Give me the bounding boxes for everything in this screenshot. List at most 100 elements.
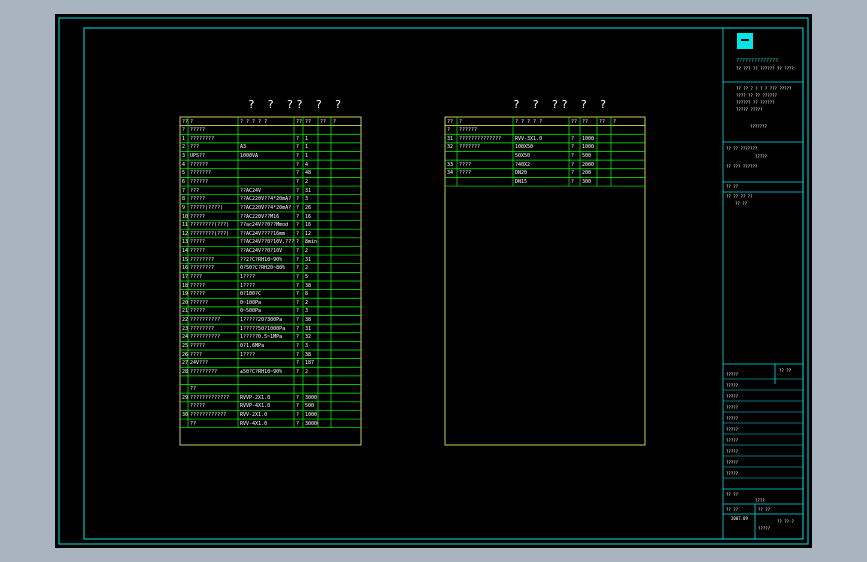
table-cell: 2000 (582, 161, 595, 168)
table-cell: 13 (182, 239, 188, 246)
table-cell: UPS?? (190, 153, 206, 160)
table-cell: ? (571, 135, 575, 142)
table-header-cell: ?? (182, 118, 188, 125)
table-header-cell: ?? (447, 118, 454, 125)
table-cell: 1 (305, 153, 309, 160)
table-cell: ?40X2 (515, 161, 531, 168)
table-cell: ???? (190, 351, 203, 358)
table-cell: DN20 (515, 170, 528, 177)
table-cell: 500 (305, 403, 315, 410)
table-cell: 2 (305, 368, 309, 375)
table-cell: 27 (182, 360, 188, 367)
cert-line-4: ????? ????? (736, 107, 763, 112)
table-cell: 0?1.6MPa (240, 342, 265, 349)
table-cell: 29 (182, 394, 188, 401)
table-cell: 7 (182, 187, 186, 194)
table-cell: ? (296, 342, 300, 349)
table-cell: ?????? (190, 299, 209, 306)
scale-label: ?? ?? (758, 507, 771, 512)
table-cell: 1000VA (240, 153, 259, 160)
right_table-frame (444, 116, 646, 446)
table-cell: 5 (305, 273, 309, 280)
table-cell: ????? (190, 248, 206, 255)
table-cell: ??2?C?RH10~90% (240, 256, 283, 263)
table-header-cell: ? (333, 118, 337, 125)
table-cell: 26 (305, 204, 312, 211)
table-cell: ??AC220V??4*20mA? (240, 196, 292, 203)
table-cell: ??????? (190, 170, 212, 177)
table-header-cell: ? (190, 118, 194, 125)
table-cell: 30000 (305, 420, 318, 427)
table-cell: ????? (190, 213, 206, 220)
table-cell: 2 (305, 248, 309, 255)
table-cell: 1 (305, 135, 309, 142)
title-block-row-text: ????? (726, 460, 739, 465)
table-cell: ????????(???) (190, 230, 230, 237)
table-cell: 16 (305, 213, 312, 220)
company-name: ?????????????? (736, 58, 779, 64)
table-cell: ???? (190, 273, 203, 280)
table-cell: 100X50 (515, 144, 534, 151)
table-header-cell: ? (459, 118, 463, 125)
table-cell: ?????(????) (190, 204, 224, 211)
table-cell: ? (571, 161, 575, 168)
table-cell: 20 (182, 299, 188, 306)
table-cell: ? (296, 222, 300, 229)
table-cell: ????? (190, 342, 206, 349)
table-cell: ????? (190, 291, 206, 298)
table-cell: 31 (305, 325, 312, 332)
table-cell: 22 (182, 317, 188, 324)
table-cell: 26 (182, 351, 188, 358)
table-cell: 24V??? (190, 360, 209, 367)
table-cell: 1???? (240, 351, 256, 358)
table-cell: ? (296, 265, 300, 272)
table-cell: ? (296, 256, 300, 263)
table-cell: ? (296, 239, 300, 246)
cert-line-2: ???? ?? ?? ?????? (736, 93, 777, 98)
table-cell: ?????? (190, 161, 209, 168)
table-cell: 25 (182, 342, 188, 349)
table-cell: 31 (305, 187, 312, 194)
table-cell: ?? (190, 420, 197, 427)
table-cell: 2 (182, 144, 186, 151)
company-logo-mark (741, 39, 749, 41)
drawing-no-label: ?? ?? (726, 492, 739, 497)
table-cell: ? (571, 144, 575, 151)
table-cell: RVV-2X1.0 (240, 412, 268, 419)
drawing-sheet: ? ? ?? ? ? ? ? ?? ? ? ???? ? ? ? ???????… (55, 14, 812, 548)
table-cell: 0~100Pa (240, 299, 262, 306)
table-cell: 12 (305, 230, 312, 237)
table-cell: ? (296, 368, 300, 375)
table-cell: 6 (182, 179, 186, 185)
table-cell: ???????? (190, 135, 215, 142)
table-cell: 1000 (305, 412, 318, 419)
table-cell: ? (296, 196, 300, 203)
table-cell: ??? (190, 187, 200, 194)
right-table-grid (444, 116, 646, 446)
table-cell: ? (296, 299, 300, 306)
table-cell: 0~500Pa (240, 308, 262, 315)
table-cell: ????????????? (190, 394, 230, 401)
table-cell: ? (296, 179, 300, 185)
table-cell: 3 (182, 153, 186, 160)
table-cell: ???????? (190, 256, 215, 263)
table-cell: 8 (305, 291, 309, 298)
stage-label: ?? ?? ?? ?? (726, 194, 753, 199)
table-cell: ? (296, 204, 300, 211)
table-cell: 24 (182, 334, 188, 341)
cert-line-1: ?? ?? ? ? ? ? ??? ????? (736, 86, 792, 91)
table-cell: 4 (182, 161, 186, 168)
company-name-en: ?? ??? ?? ?????? ?? ???? (736, 66, 794, 71)
project-value: ????? (755, 154, 768, 159)
title-block-row-text: ????? (726, 438, 739, 443)
table-cell: ??AC24V (240, 187, 262, 194)
table-cell: 187 (305, 360, 315, 367)
table-header-cell: ?? (582, 118, 589, 125)
table-cell: 0?50?C?RH20~80% (240, 265, 286, 272)
table-cell: ? (296, 420, 300, 427)
table-cell: ? (296, 412, 300, 419)
table-cell: ???? (459, 170, 472, 177)
table-cell: 2 (305, 299, 309, 306)
table-cell: 30 (182, 412, 188, 419)
table-cell: 3 (305, 196, 309, 203)
